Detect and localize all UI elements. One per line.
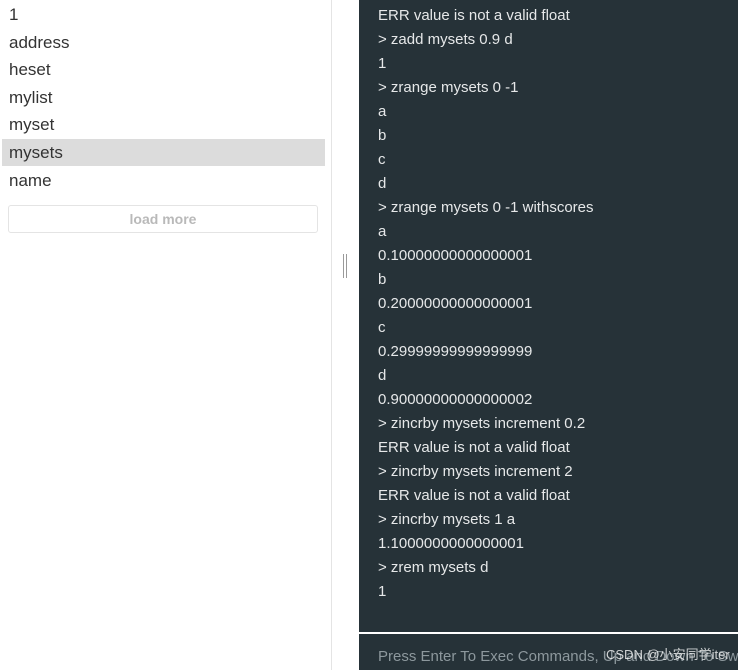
console-line: 0.10000000000000001 <box>378 247 533 264</box>
console-line: ERR value is not a valid float <box>378 487 570 504</box>
console-line: a <box>378 103 387 120</box>
console-line: 0.90000000000000002 <box>378 391 533 408</box>
key-item-address[interactable]: address <box>2 29 325 56</box>
console-line: > zrem mysets d <box>378 559 489 576</box>
console-line: > zincrby mysets 1 a <box>378 511 516 528</box>
key-item-name[interactable]: name <box>2 167 325 194</box>
console-line: 1.1000000000000001 <box>378 535 524 552</box>
console-line: 1 <box>378 583 387 600</box>
console-line: > zadd mysets 0.9 d <box>378 31 513 48</box>
console-line: c <box>378 151 386 168</box>
cli-console: ERR value is not a valid float > zadd mys… <box>359 0 738 670</box>
console-line: d <box>378 175 387 192</box>
console-line: > zrange mysets 0 -1 withscores <box>378 199 594 216</box>
key-item-1[interactable]: 1 <box>2 1 325 28</box>
console-line: a <box>378 223 387 240</box>
key-list-panel: 1 address heset mylist myset mysets name load … <box>0 0 332 670</box>
console-line: c <box>378 319 386 336</box>
command-input[interactable] <box>359 643 738 669</box>
console-line: b <box>378 127 387 144</box>
console-line: 0.29999999999999999 <box>378 343 533 360</box>
console-line: ERR value is not a valid float <box>378 439 570 456</box>
key-item-mysets[interactable]: mysets <box>2 139 325 166</box>
console-line: ERR value is not a valid float <box>378 7 570 24</box>
console-line: 1 <box>378 55 387 72</box>
key-item-heset[interactable]: heset <box>2 56 325 83</box>
console-line: b <box>378 271 387 288</box>
console-divider <box>359 632 738 634</box>
drag-handle-icon <box>343 254 347 278</box>
console-output: ERR value is not a valid float > zadd mys… <box>359 0 738 632</box>
key-item-myset[interactable]: myset <box>2 111 325 138</box>
console-line: > zincrby mysets increment 2 <box>378 463 573 480</box>
load-more-button[interactable]: load more <box>8 205 318 233</box>
key-item-mylist[interactable]: mylist <box>2 84 325 111</box>
console-line: d <box>378 367 387 384</box>
console-line: > zincrby mysets increment 0.2 <box>378 415 586 432</box>
console-line: > zrange mysets 0 -1 <box>378 79 519 96</box>
panel-splitter[interactable] <box>333 0 359 670</box>
console-line: 0.20000000000000001 <box>378 295 533 312</box>
